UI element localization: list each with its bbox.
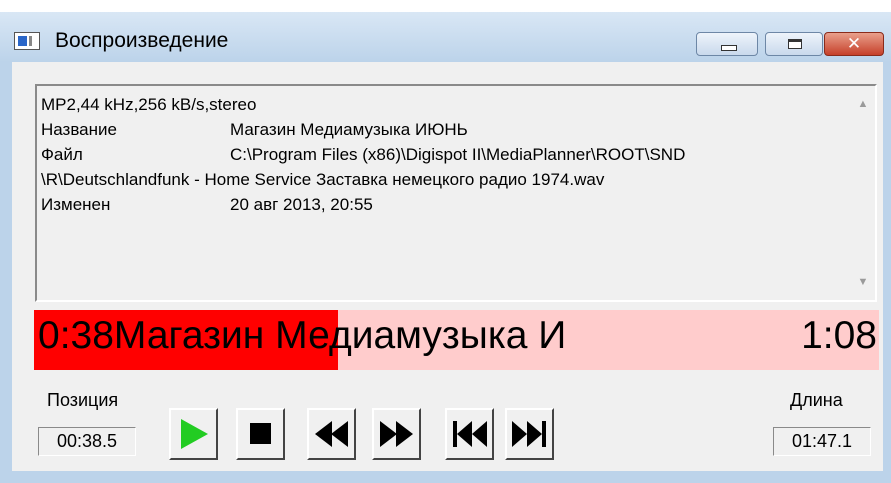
skip-back-button[interactable]	[445, 408, 494, 460]
play-button[interactable]	[169, 408, 218, 460]
window-client: MP2,44 kHz,256 kB/s,stereo Название Мага…	[12, 62, 883, 471]
modified-label: Изменен	[41, 195, 111, 214]
remaining-time: 1:08	[801, 314, 877, 357]
minimize-icon	[721, 45, 737, 51]
file-value-continued: \R\Deutschlandfunk - Home Service Застав…	[41, 170, 605, 189]
file-info-box[interactable]: MP2,44 kHz,256 kB/s,stereo Название Мага…	[35, 84, 877, 302]
scroll-up-icon[interactable]: ▲	[855, 98, 871, 112]
scroll-down-icon[interactable]: ▼	[855, 276, 871, 290]
playback-window: Воспроизведение ✕ MP2,44 kHz,256 kB/s,st…	[0, 12, 891, 483]
rewind-icon	[315, 421, 348, 447]
file-label: Файл	[41, 145, 83, 164]
minimize-button[interactable]	[696, 32, 758, 56]
progress-bar[interactable]: 0:38Магазин Медиамузыка И 1:08	[34, 310, 879, 370]
title-value: Магазин Медиамузыка ИЮНЬ	[230, 120, 468, 139]
stop-button[interactable]	[236, 408, 285, 460]
title-bar[interactable]: Воспроизведение ✕	[0, 12, 891, 62]
rewind-button[interactable]	[307, 408, 356, 460]
progress-text: 0:38Магазин Медиамузыка И	[38, 314, 566, 358]
length-label: Длина	[790, 390, 843, 410]
close-icon: ✕	[846, 34, 862, 54]
app-icon	[14, 32, 40, 50]
position-label: Позиция	[47, 390, 119, 410]
modified-value: 20 авг 2013, 20:55	[230, 195, 373, 214]
play-icon	[181, 419, 208, 449]
title-label: Название	[41, 120, 117, 139]
stop-icon	[250, 423, 271, 444]
elapsed-time: 0:38	[38, 314, 114, 357]
length-field: 01:47.1	[773, 427, 871, 456]
skip-back-icon	[453, 421, 487, 447]
file-value: C:\Program Files (x86)\Digispot II\Media…	[230, 145, 686, 164]
maximize-button[interactable]	[765, 32, 823, 56]
window-title: Воспроизведение	[55, 29, 229, 52]
maximize-icon	[788, 39, 802, 49]
track-title: Магазин Медиамузыка И	[113, 314, 567, 357]
skip-forward-icon	[512, 421, 546, 447]
fast-forward-button[interactable]	[372, 408, 421, 460]
fast-forward-icon	[380, 421, 413, 447]
skip-forward-button[interactable]	[505, 408, 554, 460]
close-button[interactable]: ✕	[824, 32, 884, 56]
position-field: 00:38.5	[38, 427, 136, 456]
format-text: MP2,44 kHz,256 kB/s,stereo	[41, 95, 257, 114]
